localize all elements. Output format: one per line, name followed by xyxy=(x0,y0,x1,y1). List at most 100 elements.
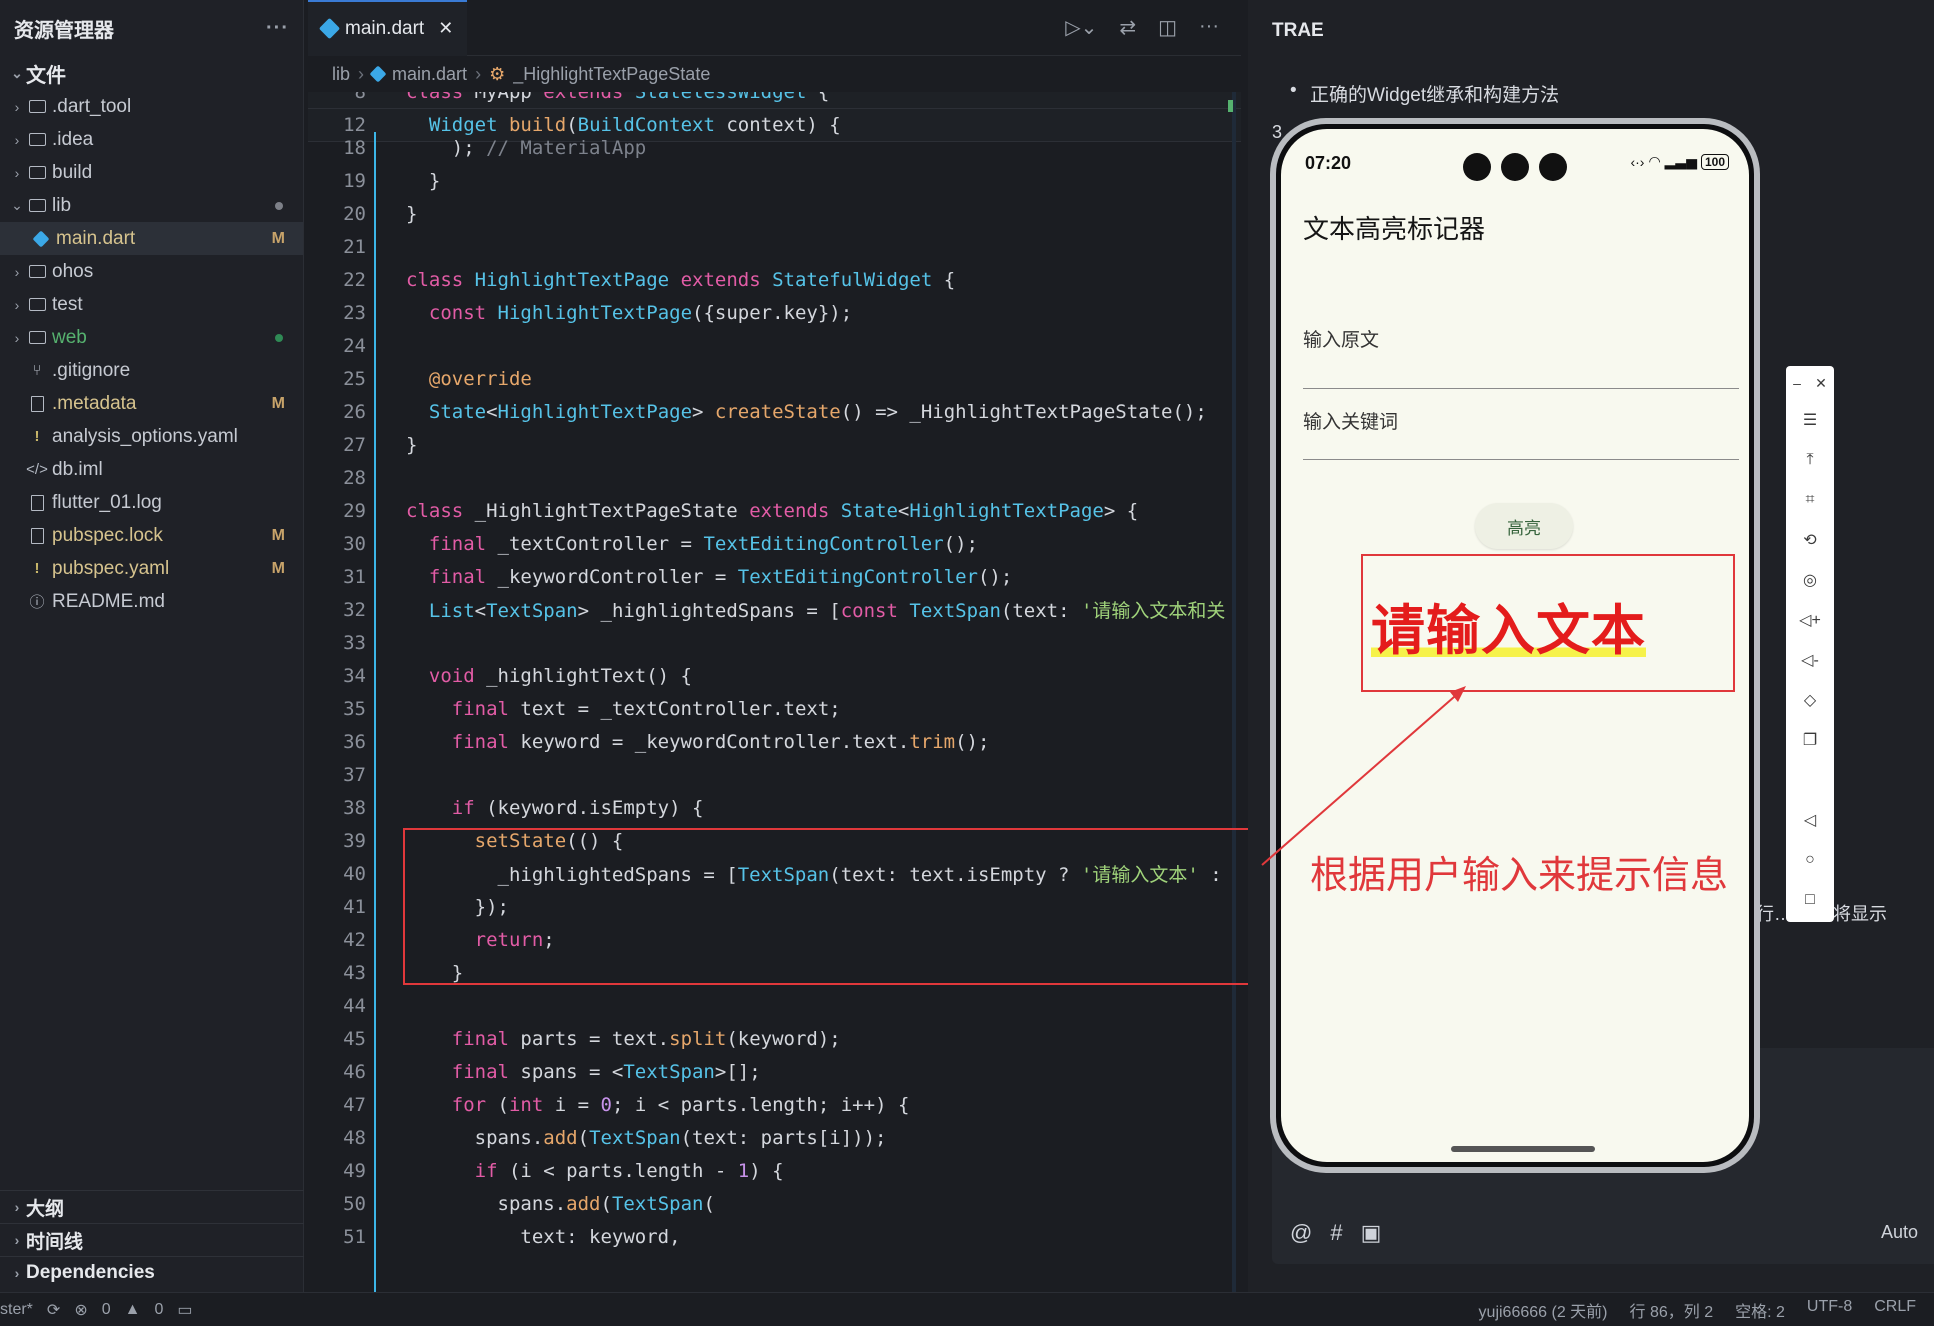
encoding[interactable]: UTF-8 xyxy=(1807,1298,1852,1322)
line-number: 28 xyxy=(343,466,366,489)
code-line[interactable]: 31 final _keywordController = TextEditin… xyxy=(308,560,1241,593)
git-blame[interactable]: yuji66666 (2 天前) xyxy=(1479,1298,1608,1322)
tree-item[interactable]: ! analysis_options.yaml xyxy=(0,420,303,453)
code-line[interactable]: 35 final text = _textController.text; xyxy=(308,692,1241,725)
home-indicator[interactable] xyxy=(1451,1146,1595,1152)
source-text-field[interactable] xyxy=(1303,388,1739,389)
screenshot-icon[interactable]: ◎ xyxy=(1786,560,1834,600)
code-line[interactable]: 28 xyxy=(308,461,1241,494)
sticky-scroll-line[interactable]: 8 class MyApp extends StatelessWidget { xyxy=(308,92,1241,109)
tree-item[interactable]: ! pubspec.yaml M xyxy=(0,552,303,585)
image-icon[interactable]: ▣ xyxy=(1361,1220,1382,1246)
code-line[interactable]: 19 } xyxy=(308,164,1241,197)
close-icon[interactable]: ✕ xyxy=(438,18,453,39)
tree-item-label: pubspec.lock xyxy=(52,524,163,546)
code-line[interactable]: 32 List<TextSpan> _highlightedSpans = [c… xyxy=(308,593,1241,626)
phone-screen[interactable]: 07:20 ‹·› ◠ ▂▃▅ 100 文本高亮标记器 输入原文 输入关键词 高… xyxy=(1281,129,1749,1162)
tab-main-dart[interactable]: main.dart ✕ xyxy=(308,0,468,56)
code-line[interactable]: 38 if (keyword.isEmpty) { xyxy=(308,791,1241,824)
tree-item[interactable]: pubspec.lock M xyxy=(0,519,303,552)
mention-icon[interactable]: @ xyxy=(1290,1220,1312,1246)
code-line[interactable]: 51 text: keyword, xyxy=(308,1220,1241,1253)
line-number: 48 xyxy=(343,1126,366,1149)
tree-item[interactable]: flutter_01.log xyxy=(0,486,303,519)
code-line[interactable]: 25 @override xyxy=(308,362,1241,395)
code-line[interactable]: 45 final parts = text.split(keyword); xyxy=(308,1022,1241,1055)
shake-icon[interactable]: ◇ xyxy=(1786,680,1834,720)
pin-top-icon[interactable]: ⤒ xyxy=(1786,440,1834,480)
crop-icon[interactable]: ⌗ xyxy=(1786,480,1834,520)
breadcrumb-file[interactable]: main.dart xyxy=(392,64,467,85)
close-icon[interactable]: ✕ xyxy=(1815,375,1827,392)
scrollbar[interactable] xyxy=(1232,92,1236,1292)
recents-icon[interactable]: □ xyxy=(1786,880,1834,920)
tree-item[interactable]: › build xyxy=(0,156,303,189)
keyword-field[interactable] xyxy=(1303,459,1739,460)
back-icon[interactable]: ◁ xyxy=(1786,800,1834,840)
hash-icon[interactable]: # xyxy=(1330,1220,1342,1246)
tree-item[interactable]: </> db.iml xyxy=(0,453,303,486)
timeline-label: 时间线 xyxy=(26,1231,84,1253)
sync-icon[interactable]: ⟳ xyxy=(47,1300,60,1320)
breadcrumb-lib[interactable]: lib xyxy=(332,64,350,85)
tree-item[interactable]: .metadata M xyxy=(0,387,303,420)
tree-item[interactable]: main.dart M xyxy=(0,222,303,255)
model-selector[interactable]: Auto xyxy=(1881,1222,1918,1243)
cursor-position[interactable]: 行 86，列 2 xyxy=(1630,1298,1714,1322)
highlight-button[interactable]: 高亮 xyxy=(1475,503,1573,549)
tree-item[interactable]: ⓘ README.md xyxy=(0,585,303,618)
branch-label[interactable]: ster* xyxy=(0,1301,33,1319)
tree-item[interactable]: › ohos xyxy=(0,255,303,288)
menu-icon[interactable]: ☰ xyxy=(1786,400,1834,440)
outline-section[interactable]: › 大纲 xyxy=(0,1190,304,1223)
code-line[interactable]: 47 for (int i = 0; i < parts.length; i++… xyxy=(308,1088,1241,1121)
rotate-icon[interactable]: ⟲ xyxy=(1786,520,1834,560)
tree-item[interactable]: ⌄ lib xyxy=(0,189,303,222)
code-area[interactable]: 8 class MyApp extends StatelessWidget {12… xyxy=(308,92,1241,1292)
code-line[interactable]: 24 xyxy=(308,329,1241,362)
code-line[interactable]: 26 State<HighlightTextPage> createState(… xyxy=(308,395,1241,428)
run-icon[interactable]: ▷⌄ xyxy=(1065,15,1097,40)
code-line[interactable]: 23 const HighlightTextPage({super.key}); xyxy=(308,296,1241,329)
tree-item[interactable]: › test xyxy=(0,288,303,321)
code-line[interactable]: 46 final spans = <TextSpan>[]; xyxy=(308,1055,1241,1088)
errors-icon[interactable]: ⊗ xyxy=(74,1300,87,1320)
tree-item[interactable]: › web xyxy=(0,321,303,354)
breadcrumb-class[interactable]: _HighlightTextPageState xyxy=(513,64,710,85)
code-line[interactable]: 34 void _highlightText() { xyxy=(308,659,1241,692)
code-line[interactable]: 22 class HighlightTextPage extends Statef… xyxy=(308,263,1241,296)
code-line[interactable]: 49 if (i < parts.length - 1) { xyxy=(308,1154,1241,1187)
code-line[interactable]: 29 class _HighlightTextPageState extends … xyxy=(308,494,1241,527)
code-line[interactable]: 18 ); // MaterialApp xyxy=(308,131,1241,164)
code-line[interactable]: 33 xyxy=(308,626,1241,659)
code-line[interactable]: 37 xyxy=(308,758,1241,791)
volume-up-icon[interactable]: ◁+ xyxy=(1786,600,1834,640)
code-line[interactable]: 30 final _textController = TextEditingCo… xyxy=(308,527,1241,560)
code-line[interactable]: 27} xyxy=(308,428,1241,461)
code-line[interactable]: 50 spans.add(TextSpan( xyxy=(308,1187,1241,1220)
code-line[interactable]: 21 xyxy=(308,230,1241,263)
timeline-section[interactable]: › 时间线 xyxy=(0,1223,304,1256)
more-icon[interactable]: ··· xyxy=(266,17,289,40)
home-icon[interactable]: ○ xyxy=(1786,840,1834,880)
more-actions-icon[interactable]: ··· xyxy=(1199,15,1219,40)
warnings-icon[interactable]: ▲ xyxy=(125,1301,141,1319)
files-section-header[interactable]: ⌄ 文件 xyxy=(0,56,303,90)
code-line[interactable]: 48 spans.add(TextSpan(text: parts[i])); xyxy=(308,1121,1241,1154)
line-ending[interactable]: CRLF xyxy=(1874,1298,1916,1322)
minimize-icon[interactable]: – xyxy=(1793,375,1801,391)
volume-down-icon[interactable]: ◁- xyxy=(1786,640,1834,680)
code-line[interactable]: 44 xyxy=(308,989,1241,1022)
compare-icon[interactable]: ⇄ xyxy=(1119,15,1136,40)
copy-icon[interactable]: ❐ xyxy=(1786,720,1834,760)
tree-item[interactable]: ⑂ .gitignore xyxy=(0,354,303,387)
dependencies-section[interactable]: › Dependencies xyxy=(0,1256,304,1289)
code-line[interactable]: 20} xyxy=(308,197,1241,230)
indent-setting[interactable]: 空格: 2 xyxy=(1735,1298,1785,1322)
split-editor-icon[interactable]: ◫ xyxy=(1158,15,1177,40)
camera-icon xyxy=(1463,153,1491,181)
ports-icon[interactable]: ▭ xyxy=(177,1300,192,1320)
tree-item[interactable]: › .dart_tool xyxy=(0,90,303,123)
code-line[interactable]: 36 final keyword = _keywordController.te… xyxy=(308,725,1241,758)
tree-item[interactable]: › .idea xyxy=(0,123,303,156)
